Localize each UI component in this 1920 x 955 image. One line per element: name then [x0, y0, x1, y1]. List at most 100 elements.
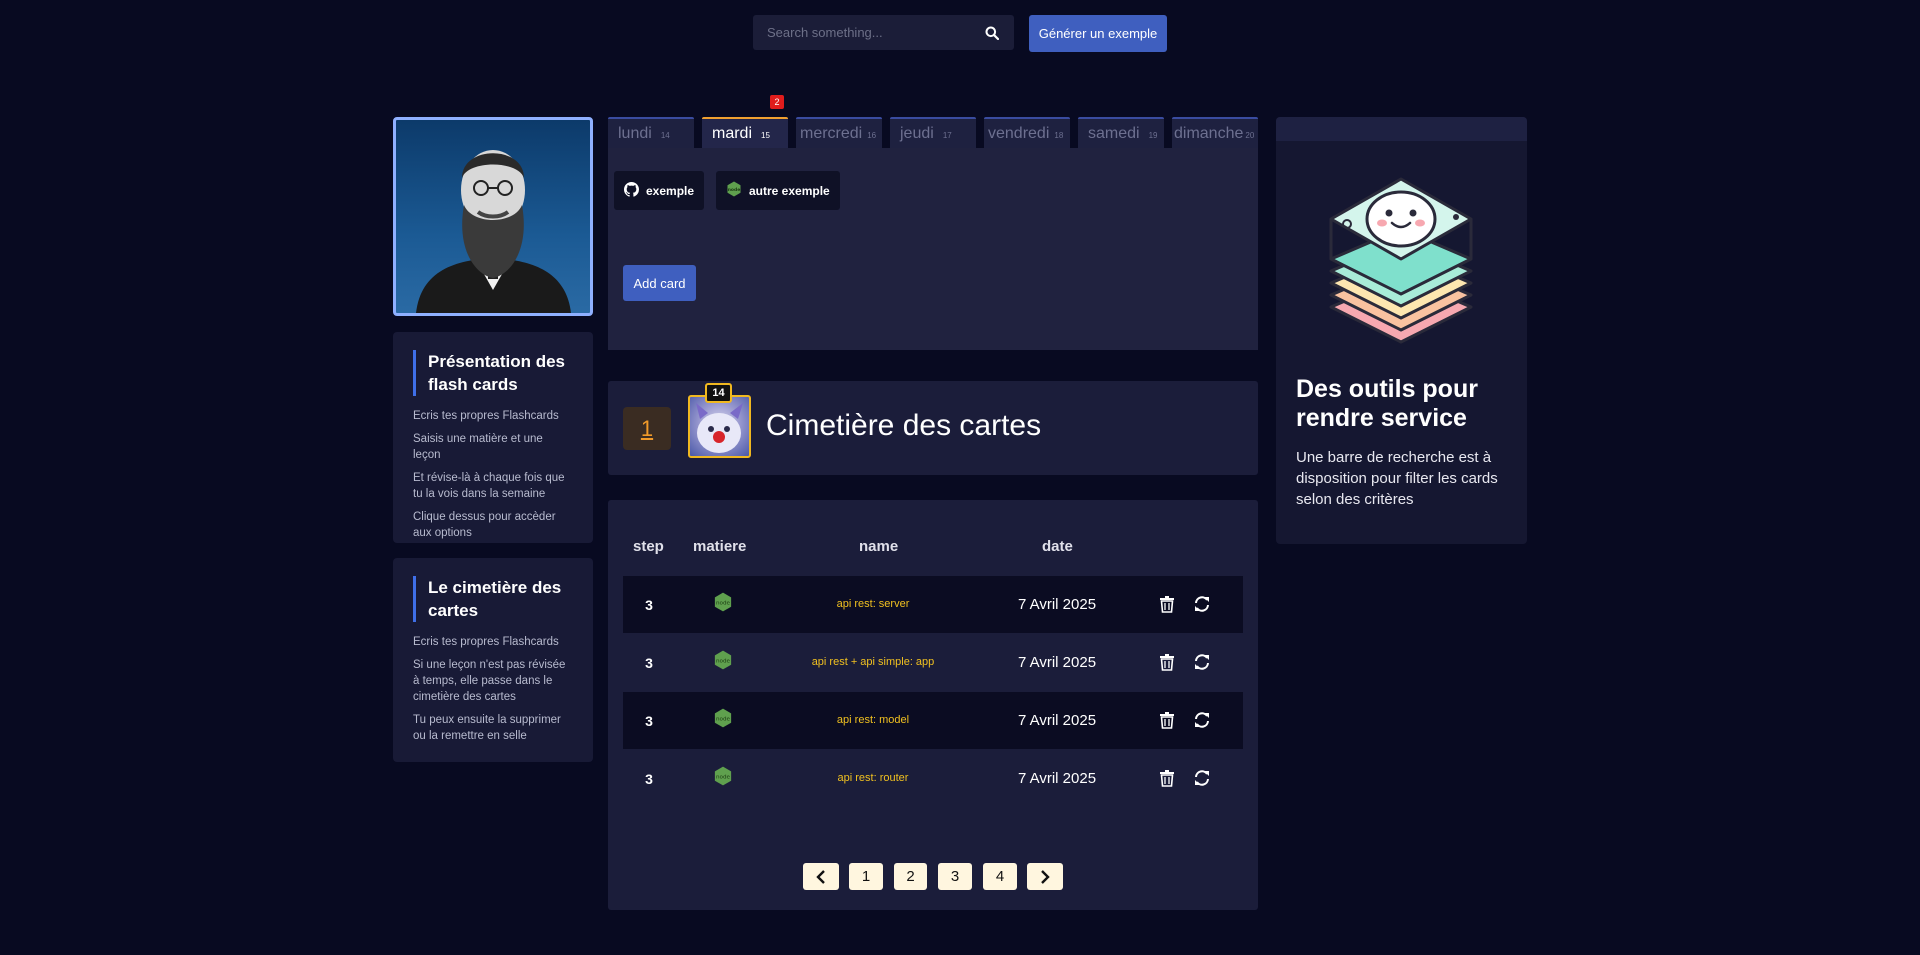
svg-text:node: node	[728, 187, 741, 193]
cell-date: 7 Avril 2025	[1017, 770, 1097, 787]
tools-card: Des outils pour rendre service Une barre…	[1276, 117, 1527, 544]
refresh-icon[interactable]	[1193, 711, 1211, 729]
tab-day-number: 16	[867, 131, 877, 140]
chip-exemple[interactable]: exemple	[614, 171, 705, 210]
tab-label: dimanche	[1174, 125, 1244, 142]
trash-icon[interactable]	[1159, 711, 1175, 729]
notification-badge: 2	[770, 95, 784, 109]
search-input[interactable]	[767, 25, 984, 40]
cell-name: api rest: router	[837, 772, 909, 784]
cards-table: step matiere name date 3 node api rest: …	[608, 500, 1258, 910]
table-row[interactable]: 3 node api rest + api simple: app 7 Avri…	[623, 634, 1243, 691]
table-row[interactable]: 3 node api rest: router 7 Avril 2025	[623, 750, 1243, 807]
refresh-icon[interactable]	[1193, 653, 1211, 671]
tab-label: mercredi	[800, 125, 863, 142]
tools-card-text: Une barre de recherche est à disposition…	[1296, 449, 1498, 508]
tab-day-number: 19	[1148, 131, 1158, 140]
tab-jeudi[interactable]: jeudi 17	[890, 117, 976, 148]
pagination-next-button[interactable]	[1027, 863, 1063, 890]
cell-step: 3	[645, 771, 653, 787]
refresh-icon[interactable]	[1193, 769, 1211, 787]
generate-example-button[interactable]: Générer un exemple	[1029, 15, 1167, 52]
pagination-page-2[interactable]: 2	[894, 863, 927, 890]
tab-day-number: 14	[660, 131, 670, 140]
tools-card-title: Des outils pour rendre service	[1296, 375, 1478, 432]
column-header-matiere: matiere	[693, 538, 747, 555]
info-card-title: Présentation des flash cards	[413, 350, 573, 396]
search-bar[interactable]	[753, 15, 1014, 50]
svg-text:node: node	[716, 601, 731, 607]
cell-step: 3	[645, 713, 653, 729]
cell-date: 7 Avril 2025	[1017, 596, 1097, 613]
chip-label: autre exemple	[749, 183, 830, 198]
table-row[interactable]: 3 node api rest: model 7 Avril 2025	[623, 692, 1243, 749]
svg-text:node: node	[716, 775, 731, 781]
cell-step: 3	[645, 655, 653, 671]
info-card-line: Ecris tes propres Flashcards	[413, 410, 559, 422]
info-card-line: Saisis une matière et une leçon	[413, 433, 543, 461]
pagination-page-4[interactable]: 4	[983, 863, 1017, 890]
nodejs-icon: node	[726, 181, 742, 200]
info-card-title: Le cimetière des cartes	[413, 576, 573, 622]
tab-label: samedi	[1088, 125, 1140, 142]
pagination-prev-button[interactable]	[803, 863, 839, 890]
info-card-flashcards: Présentation des flash cards Ecris tes p…	[393, 332, 593, 543]
tab-samedi[interactable]: samedi 19	[1078, 117, 1164, 148]
column-header-date: date	[1042, 538, 1073, 555]
tab-day-number: 15	[761, 131, 770, 140]
chevron-right-icon	[1041, 869, 1050, 884]
github-icon	[624, 181, 639, 200]
info-card-line: Et révise-là à chaque fois que tu la voi…	[413, 472, 565, 500]
info-card-line: Ecris tes propres Flashcards	[413, 636, 559, 648]
cell-date: 7 Avril 2025	[1017, 654, 1097, 671]
column-header-step: step	[633, 538, 664, 555]
info-card-line: Si une leçon n'est pas révisée à temps, …	[413, 659, 566, 703]
pagination-page-3[interactable]: 3	[938, 863, 972, 890]
tab-label: mardi	[712, 125, 753, 142]
tab-day-number: 17	[942, 131, 952, 140]
info-card-line: Tu peux ensuite la supprimer ou la remet…	[413, 714, 561, 742]
info-card-line: Clique dessus pour accèder aux options	[413, 511, 556, 539]
graveyard-count[interactable]: 1	[623, 407, 671, 450]
svg-text:node: node	[716, 659, 731, 665]
tab-label: jeudi	[900, 125, 934, 142]
cell-name: api rest: model	[836, 714, 910, 726]
cell-date: 7 Avril 2025	[1017, 712, 1097, 729]
card-stack-illustration	[1316, 167, 1486, 357]
column-header-name: name	[859, 538, 899, 555]
search-icon[interactable]	[984, 25, 1000, 41]
day-tabs: lundi 14 mardi 15 mercredi 16 jeudi 17 vendr…	[608, 117, 1258, 148]
add-card-button[interactable]: Add card	[623, 265, 696, 301]
tab-lundi[interactable]: lundi 14	[608, 117, 694, 148]
refresh-icon[interactable]	[1193, 595, 1211, 613]
tab-label: lundi	[618, 125, 652, 142]
tab-dimanche[interactable]: dimanche 20	[1172, 117, 1258, 148]
table-row[interactable]: 3 node api rest: server 7 Avril 2025	[623, 576, 1243, 633]
chevron-left-icon	[816, 869, 825, 884]
trash-icon[interactable]	[1159, 653, 1175, 671]
svg-text:node: node	[716, 717, 731, 723]
graveyard-header: 1 14 Cimetière des cartes	[608, 381, 1258, 475]
nodejs-icon: node	[713, 650, 733, 670]
tab-mardi[interactable]: mardi 15	[702, 117, 788, 148]
info-card-graveyard: Le cimetière des cartes Ecris tes propre…	[393, 558, 593, 762]
tab-panel: exemple node autre exemple Add card	[608, 148, 1258, 350]
cell-step: 3	[645, 597, 653, 613]
cell-name: api rest: server	[836, 598, 910, 610]
nodejs-icon: node	[713, 592, 733, 612]
tab-vendredi[interactable]: vendredi 18	[984, 117, 1070, 148]
tab-label: vendredi	[988, 125, 1050, 142]
tab-mercredi[interactable]: mercredi 16	[796, 117, 882, 148]
tools-card-header	[1276, 117, 1527, 141]
chip-autre-exemple[interactable]: node autre exemple	[716, 171, 840, 210]
tab-day-number: 20	[1245, 131, 1255, 140]
trash-icon[interactable]	[1159, 595, 1175, 613]
nodejs-icon: node	[713, 766, 733, 786]
pagination-page-1[interactable]: 1	[849, 863, 883, 890]
graveyard-title: Cimetière des cartes	[766, 409, 1042, 442]
trash-icon[interactable]	[1159, 769, 1175, 787]
chip-label: exemple	[646, 183, 695, 198]
cell-name: api rest + api simple: app	[811, 656, 935, 668]
profile-portrait	[393, 117, 593, 316]
graveyard-avatar[interactable]	[688, 395, 751, 458]
